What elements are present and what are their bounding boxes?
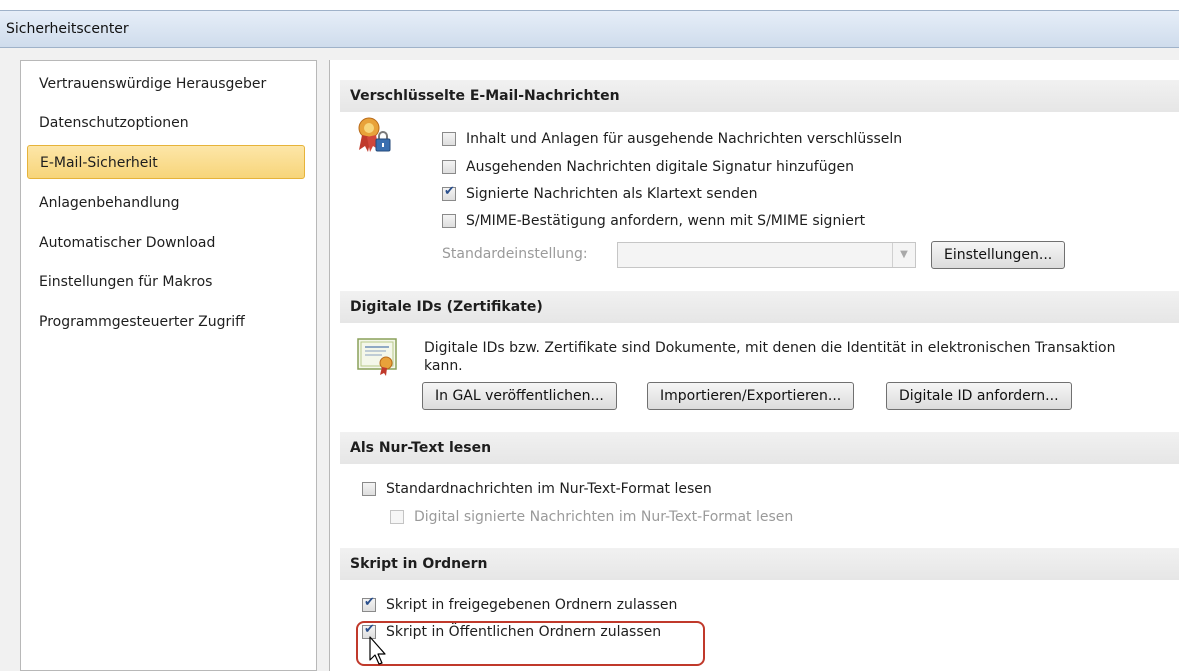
sidebar-item-label: Automatischer Download bbox=[39, 235, 216, 251]
sidebar-item-email-security[interactable]: E-Mail-Sicherheit bbox=[27, 145, 305, 179]
default-setting-label: Standardeinstellung: bbox=[442, 246, 588, 262]
sidebar-item-label: Datenschutzoptionen bbox=[39, 115, 189, 131]
sidebar: Vertrauenswürdige Herausgeber Datenschut… bbox=[20, 60, 317, 671]
option-send-cleartext-signed[interactable]: Signierte Nachrichten als Klartext sende… bbox=[442, 184, 758, 202]
sidebar-item-attachment-handling[interactable]: Anlagenbehandlung bbox=[27, 186, 305, 220]
sidebar-item-label: Anlagenbehandlung bbox=[39, 195, 180, 211]
sidebar-item-label: Programmgesteuerter Zugriff bbox=[39, 314, 245, 330]
digital-ids-description-line1: Digitale IDs bzw. Zertifikate sind Dokum… bbox=[424, 340, 1116, 356]
sidebar-item-label: Vertrauenswürdige Herausgeber bbox=[39, 76, 267, 92]
option-label: Skript in freigegebenen Ordnern zulassen bbox=[386, 597, 678, 613]
settings-panel: Verschlüsselte E-Mail-Nachrichten Inhalt… bbox=[329, 60, 1179, 671]
option-label: Ausgehenden Nachrichten digitale Signatu… bbox=[466, 159, 854, 175]
option-label: Signierte Nachrichten als Klartext sende… bbox=[466, 186, 758, 202]
checkbox[interactable] bbox=[442, 160, 456, 174]
sidebar-item-automatic-download[interactable]: Automatischer Download bbox=[27, 226, 305, 260]
option-read-signed-plain-text: Digital signierte Nachrichten im Nur-Tex… bbox=[390, 509, 793, 525]
option-label: S/MIME-Bestätigung anfordern, wenn mit S… bbox=[466, 213, 866, 229]
section-header-scripts-in-folders: Skript in Ordnern bbox=[340, 548, 1179, 580]
option-label: Digital signierte Nachrichten im Nur-Tex… bbox=[414, 509, 794, 525]
option-label: Standardnachrichten im Nur-Text-Format l… bbox=[386, 481, 712, 497]
checkbox[interactable] bbox=[442, 214, 456, 228]
window-titlebar: Sicherheitscenter bbox=[0, 10, 1179, 48]
sidebar-item-programmatic-access[interactable]: Programmgesteuerter Zugriff bbox=[27, 305, 305, 339]
request-digital-id-button[interactable]: Digitale ID anfordern... bbox=[886, 382, 1072, 410]
checkbox[interactable] bbox=[362, 595, 376, 612]
checkbox[interactable] bbox=[442, 184, 456, 201]
certificate-icon bbox=[357, 338, 397, 376]
option-add-signature[interactable]: Ausgehenden Nachrichten digitale Signatu… bbox=[442, 159, 854, 175]
option-label: Inhalt und Anlagen für ausgehende Nachri… bbox=[466, 131, 903, 147]
screen-top-strip bbox=[0, 0, 1179, 10]
option-encrypt-content[interactable]: Inhalt und Anlagen für ausgehende Nachri… bbox=[442, 131, 902, 147]
settings-button[interactable]: Einstellungen... bbox=[931, 241, 1066, 269]
sidebar-item-trusted-publishers[interactable]: Vertrauenswürdige Herausgeber bbox=[27, 67, 305, 101]
sidebar-item-label: E-Mail-Sicherheit bbox=[40, 155, 158, 171]
annotation-highlight bbox=[356, 621, 705, 666]
sidebar-item-label: Einstellungen für Makros bbox=[39, 274, 213, 290]
digital-ids-description-line2: kann. bbox=[424, 358, 463, 374]
mouse-pointer-icon bbox=[369, 636, 386, 665]
option-script-shared-folders[interactable]: Skript in freigegebenen Ordnern zulassen bbox=[362, 595, 678, 613]
award-lock-icon bbox=[358, 117, 391, 152]
section-header-plain-text: Als Nur-Text lesen bbox=[340, 432, 1179, 464]
checkbox[interactable] bbox=[362, 482, 376, 496]
chevron-down-icon: ▼ bbox=[892, 243, 915, 267]
sidebar-item-privacy-options[interactable]: Datenschutzoptionen bbox=[27, 106, 305, 140]
sidebar-item-macro-settings[interactable]: Einstellungen für Makros bbox=[27, 265, 305, 299]
checkbox[interactable] bbox=[442, 132, 456, 146]
section-header-digital-ids: Digitale IDs (Zertifikate) bbox=[340, 291, 1179, 323]
option-read-plain-text[interactable]: Standardnachrichten im Nur-Text-Format l… bbox=[362, 481, 712, 497]
default-setting-select[interactable]: ▼ bbox=[617, 242, 916, 268]
checkbox bbox=[390, 510, 404, 524]
publish-gal-button[interactable]: In GAL veröffentlichen... bbox=[422, 382, 617, 410]
section-header-encrypted-email: Verschlüsselte E-Mail-Nachrichten bbox=[340, 80, 1179, 112]
window-title: Sicherheitscenter bbox=[6, 21, 129, 37]
import-export-button[interactable]: Importieren/Exportieren... bbox=[647, 382, 855, 410]
option-request-smime-receipt[interactable]: S/MIME-Bestätigung anfordern, wenn mit S… bbox=[442, 213, 865, 229]
